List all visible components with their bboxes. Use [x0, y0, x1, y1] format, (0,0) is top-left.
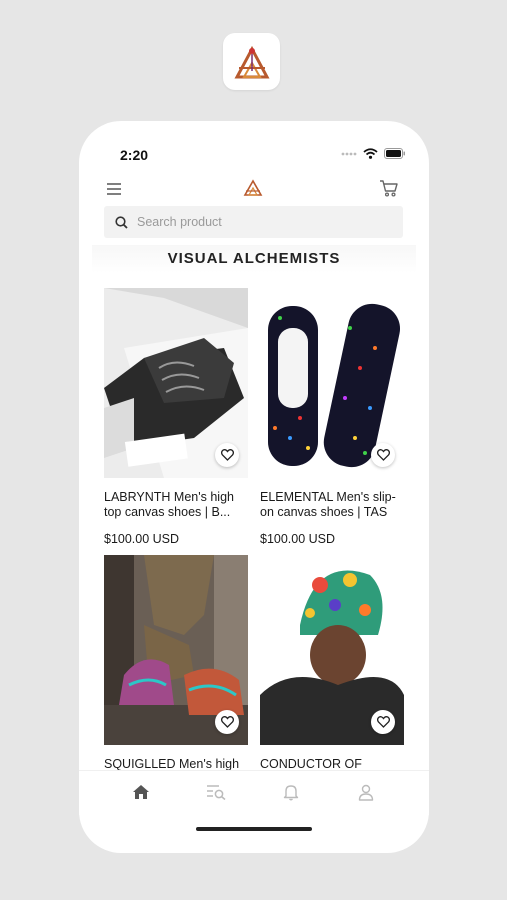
status-icons	[341, 148, 406, 159]
wifi-icon	[363, 148, 378, 159]
battery-icon	[384, 148, 405, 159]
heart-icon	[220, 449, 234, 461]
wishlist-button[interactable]	[371, 443, 395, 467]
heart-icon	[376, 449, 390, 461]
nav-home[interactable]	[130, 781, 152, 803]
shopping-cart-icon[interactable]	[379, 179, 398, 202]
product-name[interactable]: ELEMENTAL Men's slip-on canvas shoes | T…	[260, 490, 404, 520]
nav-search[interactable]	[205, 781, 227, 803]
wishlist-button[interactable]	[215, 710, 239, 734]
product-card[interactable]: SQUIGLLED Men's high	[104, 555, 248, 787]
wishlist-button[interactable]	[371, 710, 395, 734]
search-input[interactable]	[137, 215, 377, 229]
user-icon	[358, 784, 374, 801]
hamburger-menu-icon[interactable]	[107, 182, 121, 200]
nav-profile[interactable]	[355, 781, 377, 803]
product-card[interactable]: ELEMENTAL Men's slip-on canvas shoes | T…	[260, 288, 404, 546]
product-image[interactable]	[260, 555, 404, 745]
page-title: VISUAL ALCHEMISTS	[92, 245, 416, 273]
bottom-nav	[79, 770, 429, 815]
product-image[interactable]	[104, 555, 248, 745]
search-bar	[104, 206, 403, 238]
heart-icon	[220, 716, 234, 728]
search-icon	[115, 215, 128, 229]
home-indicator[interactable]	[196, 827, 312, 831]
phone-frame: 2:20 Search product VISUAL ALCHEMISTS LA…	[79, 121, 429, 853]
heart-icon	[376, 716, 390, 728]
product-card[interactable]: LABRYNTH Men's high top canvas shoes | B…	[104, 288, 248, 546]
signal-dots-icon	[341, 152, 357, 155]
bell-icon	[283, 784, 299, 800]
status-time: 2:20	[120, 147, 149, 163]
product-image[interactable]	[260, 288, 404, 478]
visual-alchemists-logo	[233, 45, 270, 78]
search-list-icon	[207, 785, 226, 800]
product-card[interactable]: CONDUCTOR OF	[260, 555, 404, 787]
nav-notifications[interactable]	[280, 781, 302, 803]
home-icon	[133, 785, 149, 799]
app-icon	[223, 33, 280, 90]
product-image[interactable]	[104, 288, 248, 478]
wishlist-button[interactable]	[215, 443, 239, 467]
brand-logo[interactable]	[243, 179, 263, 202]
product-price: $100.00 USD	[104, 532, 180, 546]
product-price: $100.00 USD	[260, 532, 336, 546]
product-name[interactable]: LABRYNTH Men's high top canvas shoes | B…	[104, 490, 248, 520]
